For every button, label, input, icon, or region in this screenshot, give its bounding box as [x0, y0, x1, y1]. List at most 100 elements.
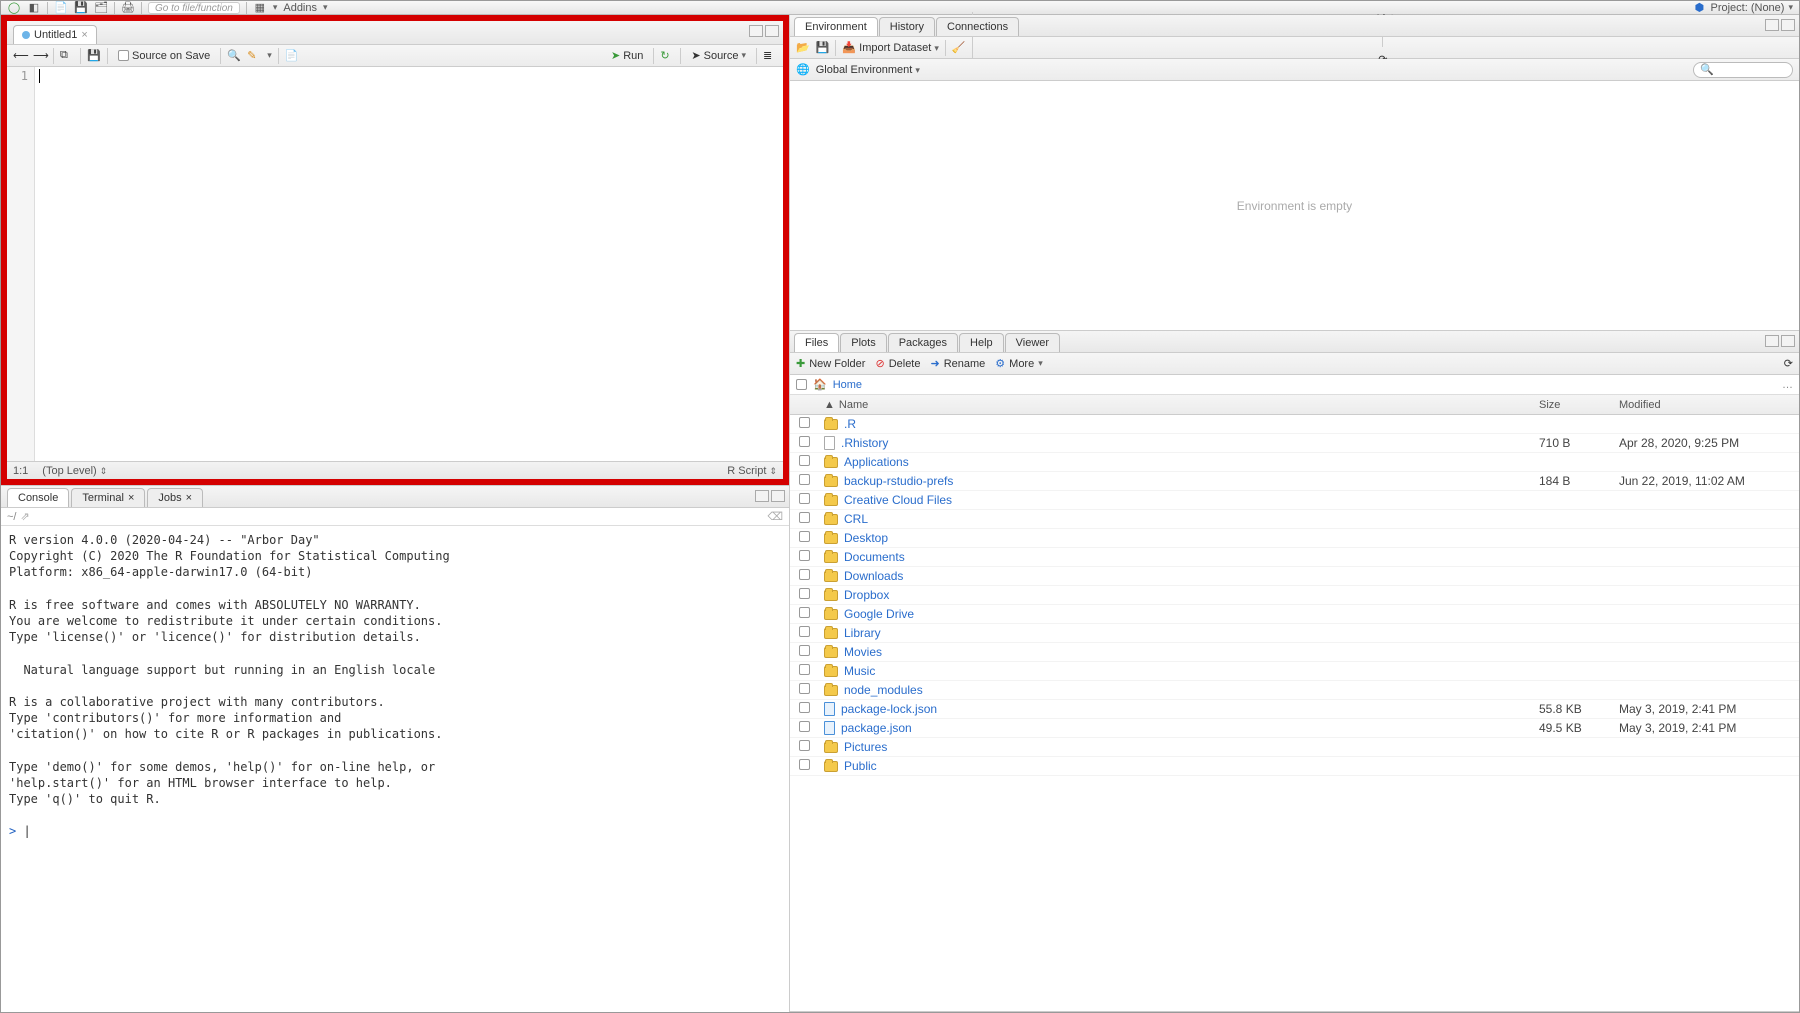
file-name[interactable]: Movies — [844, 645, 882, 659]
file-name[interactable]: Public — [844, 759, 877, 773]
tab-history[interactable]: History — [879, 17, 935, 36]
import-dataset-button[interactable]: 📥 Import Dataset ▾ — [842, 41, 939, 54]
goto-file-input[interactable]: Go to file/function — [148, 2, 240, 14]
file-row[interactable]: .R — [790, 415, 1799, 434]
row-checkbox[interactable] — [799, 664, 810, 675]
more-button[interactable]: ⚙ More ▾ — [995, 357, 1042, 370]
grid-icon[interactable]: ▦ — [253, 1, 267, 15]
file-row[interactable]: Music — [790, 662, 1799, 681]
minimize-pane-icon[interactable] — [755, 490, 769, 502]
row-checkbox[interactable] — [799, 436, 810, 447]
breadcrumb-home[interactable]: Home — [833, 379, 862, 391]
new-file-icon[interactable]: ◯ — [7, 1, 21, 15]
tab-packages[interactable]: Packages — [888, 333, 958, 352]
tab-plots[interactable]: Plots — [840, 333, 886, 352]
console-output[interactable]: R version 4.0.0 (2020-04-24) -- "Arbor D… — [1, 526, 789, 1012]
source-on-save-toggle[interactable]: Source on Save — [114, 49, 214, 63]
row-checkbox[interactable] — [799, 645, 810, 656]
rerun-icon[interactable]: ↻ — [660, 49, 674, 63]
row-checkbox[interactable] — [799, 569, 810, 580]
source-button[interactable]: ➤ Source ▾ — [687, 48, 750, 63]
file-name[interactable]: node_modules — [844, 683, 923, 697]
file-row[interactable]: node_modules — [790, 681, 1799, 700]
refresh-files-icon[interactable]: ⟳ — [1784, 357, 1793, 370]
file-row[interactable]: Documents — [790, 548, 1799, 567]
row-checkbox[interactable] — [799, 607, 810, 618]
minimize-pane-icon[interactable] — [1765, 335, 1779, 347]
row-checkbox[interactable] — [799, 493, 810, 504]
row-checkbox[interactable] — [799, 531, 810, 542]
row-checkbox[interactable] — [799, 759, 810, 770]
file-row[interactable]: Google Drive — [790, 605, 1799, 624]
save-icon[interactable]: 💾 — [74, 1, 88, 15]
tab-files[interactable]: Files — [794, 333, 839, 352]
row-checkbox[interactable] — [799, 417, 810, 428]
row-checkbox[interactable] — [799, 550, 810, 561]
file-row[interactable]: package-lock.json55.8 KBMay 3, 2019, 2:4… — [790, 700, 1799, 719]
select-all-checkbox[interactable] — [796, 379, 807, 390]
back-icon[interactable]: ⟵ — [13, 49, 27, 63]
row-checkbox[interactable] — [799, 740, 810, 751]
save-all-icon[interactable]: 🗂 — [94, 1, 108, 15]
file-row[interactable]: Pictures — [790, 738, 1799, 757]
tab-environment[interactable]: Environment — [794, 17, 878, 36]
env-search-input[interactable]: 🔍 — [1693, 62, 1793, 78]
file-row[interactable]: CRL — [790, 510, 1799, 529]
code-editor[interactable]: 1 — [7, 67, 783, 461]
tab-help[interactable]: Help — [959, 333, 1004, 352]
file-row[interactable]: .Rhistory710 BApr 28, 2020, 9:25 PM — [790, 434, 1799, 453]
file-name[interactable]: Applications — [844, 455, 909, 469]
tab-connections[interactable]: Connections — [936, 17, 1019, 36]
code-area[interactable] — [35, 67, 783, 461]
file-name[interactable]: Documents — [844, 550, 905, 564]
maximize-pane-icon[interactable] — [1781, 335, 1795, 347]
row-checkbox[interactable] — [799, 512, 810, 523]
file-name[interactable]: .Rhistory — [841, 436, 888, 450]
file-name[interactable]: Google Drive — [844, 607, 914, 621]
forward-icon[interactable]: ⟶ — [33, 49, 47, 63]
file-name[interactable]: Music — [844, 664, 875, 678]
row-checkbox[interactable] — [799, 683, 810, 694]
home-icon[interactable]: 🏠 — [813, 378, 827, 391]
close-icon[interactable]: × — [186, 492, 192, 504]
rename-button[interactable]: ➜ Rename — [930, 357, 985, 370]
row-checkbox[interactable] — [799, 474, 810, 485]
clear-console-icon[interactable]: ⌫ — [767, 510, 783, 523]
close-icon[interactable]: × — [81, 29, 87, 41]
breadcrumb-more-icon[interactable]: … — [1782, 379, 1793, 391]
file-row[interactable]: Applications — [790, 453, 1799, 472]
file-name[interactable]: Creative Cloud Files — [844, 493, 952, 507]
show-in-new-window-icon[interactable]: ⧉ — [60, 49, 74, 63]
file-type-indicator[interactable]: R Script ⇕ — [727, 465, 777, 477]
tab-jobs[interactable]: Jobs× — [147, 488, 203, 507]
checkbox-icon[interactable] — [118, 50, 129, 61]
new-project-icon[interactable]: ◧ — [27, 1, 41, 15]
row-checkbox[interactable] — [799, 626, 810, 637]
file-row[interactable]: Desktop — [790, 529, 1799, 548]
file-name[interactable]: package-lock.json — [841, 702, 937, 716]
env-scope-selector[interactable]: Global Environment ▾ — [816, 64, 920, 76]
row-checkbox[interactable] — [799, 455, 810, 466]
wd-popup-icon[interactable]: ⇗ — [20, 510, 29, 523]
new-folder-button[interactable]: ✚ New Folder — [796, 357, 865, 370]
col-size-header[interactable]: Size — [1539, 399, 1619, 411]
scope-indicator[interactable]: (Top Level) ⇕ — [42, 465, 107, 477]
row-checkbox[interactable] — [799, 721, 810, 732]
wand-icon[interactable]: ✎ — [247, 49, 261, 63]
col-modified-header[interactable]: Modified — [1619, 399, 1799, 411]
file-name[interactable]: Downloads — [844, 569, 903, 583]
file-row[interactable]: backup-rstudio-prefs184 BJun 22, 2019, 1… — [790, 472, 1799, 491]
tab-viewer[interactable]: Viewer — [1005, 333, 1060, 352]
compile-report-icon[interactable]: 📄 — [285, 49, 299, 63]
row-checkbox[interactable] — [799, 702, 810, 713]
maximize-pane-icon[interactable] — [765, 25, 779, 37]
source-tab-untitled1[interactable]: Untitled1 × — [13, 25, 97, 44]
file-row[interactable]: Downloads — [790, 567, 1799, 586]
maximize-pane-icon[interactable] — [771, 490, 785, 502]
file-name[interactable]: Dropbox — [844, 588, 889, 602]
file-name[interactable]: package.json — [841, 721, 912, 735]
outline-toggle-icon[interactable]: ≣ — [763, 49, 777, 63]
file-row[interactable]: Movies — [790, 643, 1799, 662]
tab-terminal[interactable]: Terminal× — [71, 488, 145, 507]
file-row[interactable]: Creative Cloud Files — [790, 491, 1799, 510]
